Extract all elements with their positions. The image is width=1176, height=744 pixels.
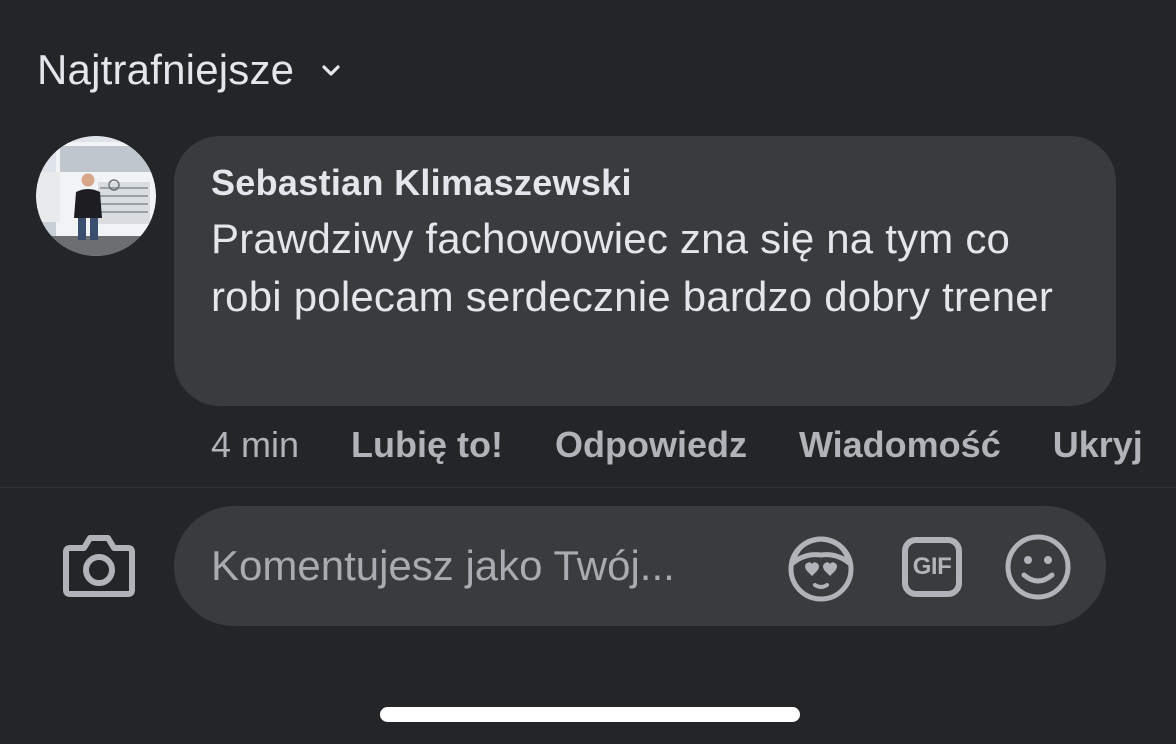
avatar[interactable] [36,136,156,256]
smiley-icon[interactable] [1002,531,1074,603]
comment-input-box[interactable]: Komentujesz jako Twój... GIF [174,506,1106,626]
comment-actions: 4 min Lubię to! Odpowiedz Wiadomość Ukry… [211,420,1176,470]
chevron-down-icon [320,59,342,81]
avatar-sticker-icon[interactable] [785,531,857,603]
comment-text: Prawdziwy fachowowiec zna się na tym co … [211,215,1054,320]
home-indicator[interactable] [380,707,800,722]
comment-author[interactable]: Sebastian Klimaszewski [211,162,1080,204]
gif-icon[interactable]: GIF [896,531,968,603]
camera-icon[interactable] [62,532,136,598]
message-button[interactable]: Wiadomość [799,424,1001,466]
gif-box: GIF [902,537,962,597]
hide-button[interactable]: Ukryj [1053,424,1143,466]
like-button[interactable]: Lubię to! [351,424,503,466]
comments-screen: Najtrafniejsze Sebastian Klimaszewski Pr… [0,0,1176,744]
sort-label: Najtrafniejsze [37,46,295,93]
comment-bubble: Sebastian Klimaszewski Prawdziwy fachowo… [174,136,1116,406]
comment-input[interactable]: Komentujesz jako Twój... [211,506,675,626]
divider [0,487,1176,488]
gif-label: GIF [912,553,952,580]
comment-time: 4 min [211,424,300,465]
reply-button[interactable]: Odpowiedz [555,424,747,466]
sort-dropdown[interactable]: Najtrafniejsze [37,42,342,98]
